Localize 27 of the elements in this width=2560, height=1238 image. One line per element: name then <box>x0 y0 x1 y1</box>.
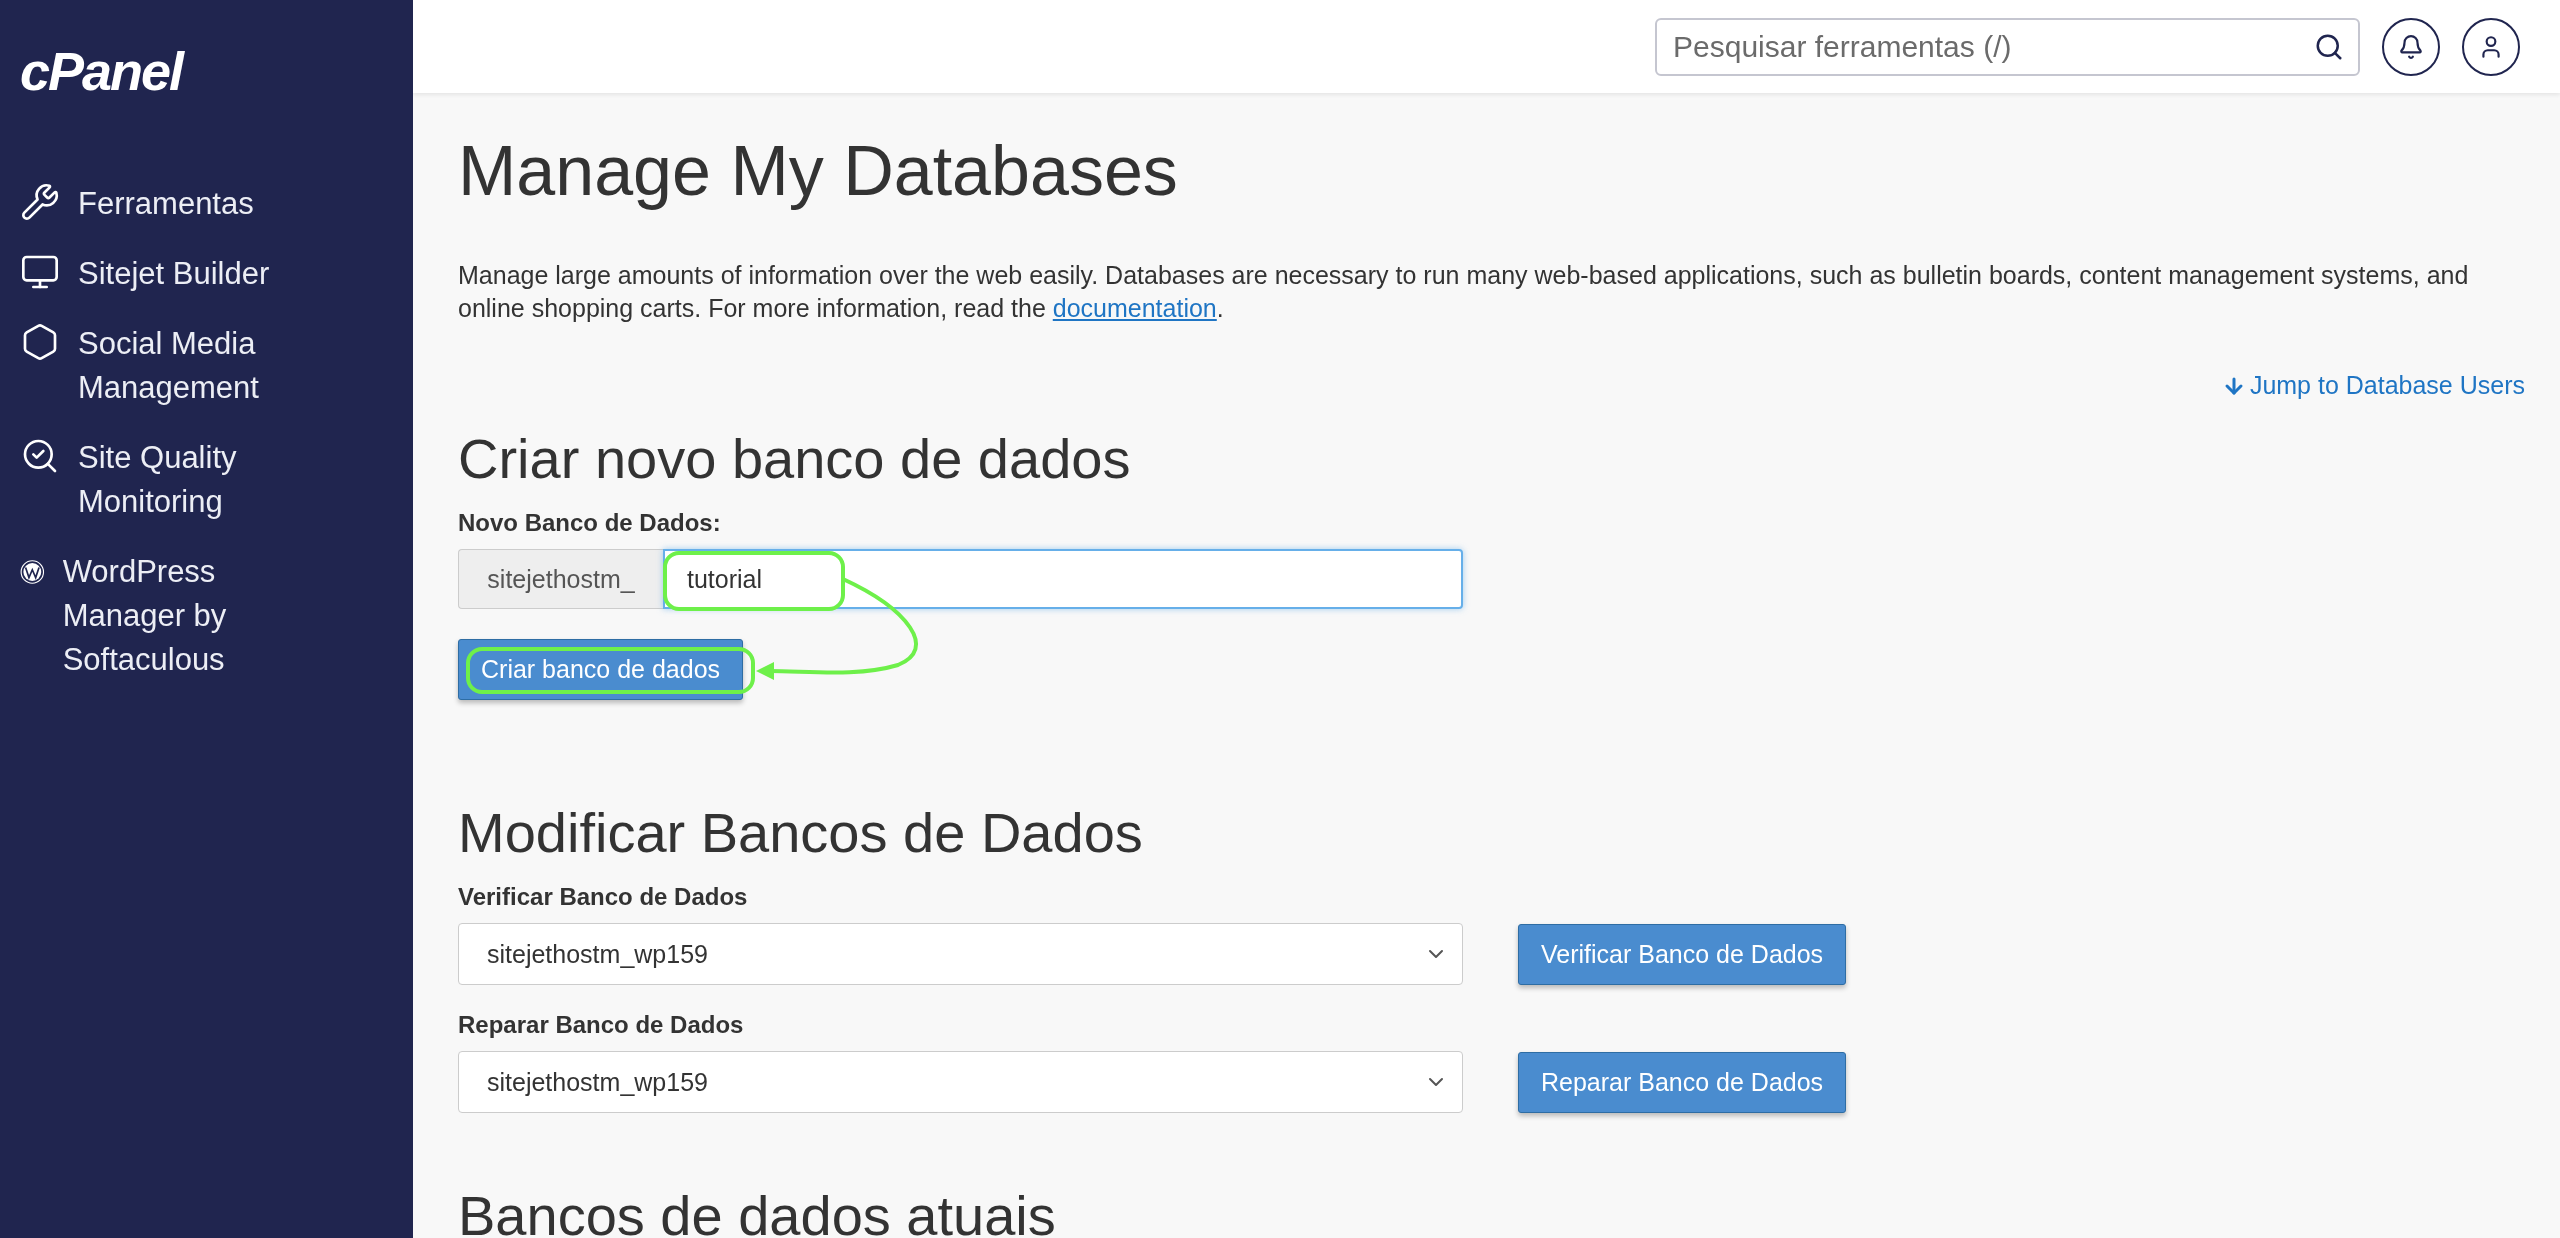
bell-icon <box>2398 33 2424 60</box>
sidebar-item[interactable]: Ferramentas <box>20 182 340 226</box>
page-title: Manage My Databases <box>458 131 1179 211</box>
documentation-link[interactable]: documentation <box>1052 294 1217 322</box>
notifications-button[interactable] <box>2382 17 2440 76</box>
cpanel-logo[interactable]: cPanel <box>20 40 183 102</box>
sidebar-item[interactable]: Site Quality Monitoring <box>20 436 340 524</box>
database-select[interactable]: sitejethostm_wp159 <box>458 923 1463 985</box>
sidebar-item[interactable]: Social Media Management <box>20 322 340 410</box>
search-field[interactable]: Pesquisar ferramentas (/) <box>1655 17 2360 76</box>
section-heading: Modificar Bancos de Dados <box>458 800 1144 865</box>
database-action-button[interactable]: Reparar Banco de Dados <box>1518 1051 1847 1113</box>
sidebar-item[interactable]: Sitejet Builder <box>20 252 340 296</box>
sidebar-item[interactable]: WordPress Manager by Softaculous <box>20 550 340 682</box>
section-heading: Criar novo banco de dados <box>458 426 1132 491</box>
wrench-icon <box>20 182 60 222</box>
user-button[interactable] <box>2462 17 2520 76</box>
database-prefix: sitejethostm_ <box>458 549 663 609</box>
field-label: Novo Banco de Dados: <box>458 509 722 537</box>
database-action-button[interactable]: Verificar Banco de Dados <box>1518 923 1847 985</box>
page-description: Manage large amounts of information over the web easily. Databases are necessary to run many web-based applications, such as bulletin boards, content management systems, and online shopping carts. For more information, read the documentation. <box>458 260 2470 324</box>
field-label: Reparar Banco de Dados <box>458 1011 745 1039</box>
field-label: Verificar Banco de Dados <box>458 883 749 911</box>
database-name-field[interactable]: tutorial <box>663 549 1463 609</box>
jump-link[interactable]: Jump to Database Users <box>2221 371 2525 400</box>
section-heading: Bancos de dados atuais <box>458 1183 1057 1238</box>
database-select[interactable]: sitejethostm_wp159 <box>458 1051 1463 1113</box>
